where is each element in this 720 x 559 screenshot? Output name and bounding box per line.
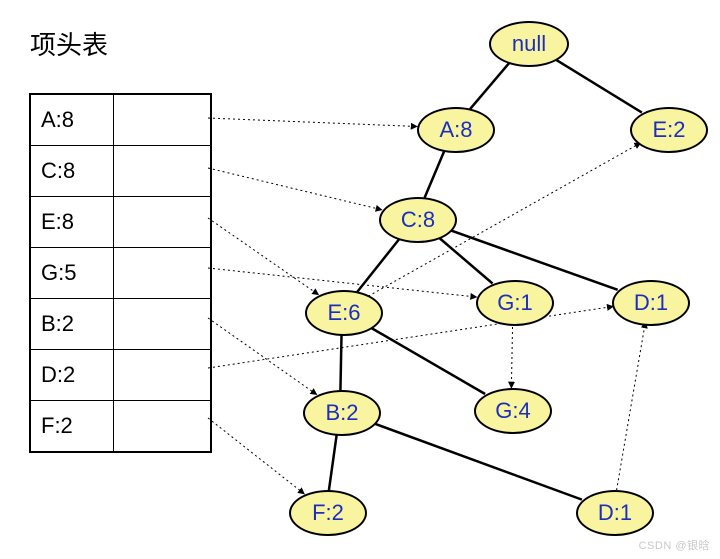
tree-node-c8: C:8 (379, 197, 457, 243)
header-link-cell (114, 197, 210, 247)
header-item-label: D:2 (31, 350, 114, 400)
tree-node-root: null (489, 21, 569, 67)
table-row: F:2 (31, 401, 210, 451)
header-item-label: C:8 (31, 146, 114, 196)
table-row: E:8 (31, 197, 210, 248)
diagram-title: 项头表 (30, 25, 108, 62)
table-row: D:2 (31, 350, 210, 401)
tree-node-a8: A:8 (417, 107, 495, 153)
header-item-label: F:2 (31, 401, 114, 451)
header-table: A:8 C:8 E:8 G:5 B:2 D:2 F:2 (29, 93, 212, 453)
tree-node-b2: B:2 (303, 390, 381, 436)
tree-node-g1: G:1 (476, 280, 554, 326)
table-row: B:2 (31, 299, 210, 350)
table-row: G:5 (31, 248, 210, 299)
tree-node-d1a: D:1 (612, 280, 690, 326)
tree-node-e6: E:6 (305, 290, 383, 336)
header-item-label: G:5 (31, 248, 114, 298)
table-row: C:8 (31, 146, 210, 197)
header-link-cell (114, 299, 210, 349)
tree-node-f2: F:2 (289, 490, 367, 536)
header-link-cell (114, 248, 210, 298)
tree-node-e2: E:2 (630, 107, 708, 153)
tree-node-g4: G:4 (474, 388, 552, 434)
header-item-label: B:2 (31, 299, 114, 349)
header-link-cell (114, 401, 210, 451)
table-row: A:8 (31, 95, 210, 146)
header-item-label: E:8 (31, 197, 114, 247)
header-link-cell (114, 95, 210, 145)
tree-node-d1b: D:1 (576, 490, 654, 536)
header-link-cell (114, 350, 210, 400)
header-link-cell (114, 146, 210, 196)
watermark: CSDN @银晗 (639, 537, 710, 553)
header-item-label: A:8 (31, 95, 114, 145)
